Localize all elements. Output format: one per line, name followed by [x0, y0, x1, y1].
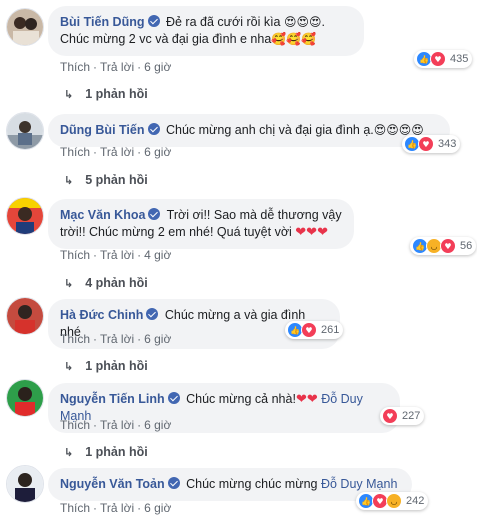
- comment-text: Đẻ ra đã cưới rồi kìa: [162, 15, 284, 29]
- reply-arrow-icon: ↳: [64, 88, 74, 101]
- comment-time[interactable]: 6 giờ: [144, 501, 171, 515]
- comment-text: Chúc mừng anh chị và đại gia đình ạ.: [162, 123, 374, 137]
- like-link[interactable]: Thích: [60, 501, 90, 515]
- reaction-count: 261: [321, 324, 340, 336]
- comment-actions: Thích · Trả lời · 6 giờ: [60, 332, 172, 346]
- avatar[interactable]: [6, 112, 44, 150]
- verified-badge-icon: [147, 123, 160, 135]
- comment-actions: Thích · Trả lời · 6 giờ: [60, 501, 172, 515]
- comment-bubble: Mạc Văn Khoa Trời ơi!! Sao mà dễ thương …: [48, 199, 354, 249]
- love-reaction-icon: ♥: [301, 322, 317, 338]
- love-reaction-icon: ♥: [440, 238, 456, 254]
- comment-author[interactable]: Hà Đức Chinh: [60, 308, 143, 322]
- reaction-summary[interactable]: ♥ 227: [380, 407, 425, 425]
- tagged-user-link[interactable]: Đỗ Duy Mạnh: [321, 477, 397, 491]
- replies-count: 4 phản hồi: [85, 276, 148, 290]
- emoji-red-hearts: ❤❤: [295, 392, 318, 407]
- reaction-count: 56: [460, 240, 473, 252]
- view-replies-link[interactable]: ↳ 5 phản hồi: [64, 173, 148, 187]
- comment-actions: Thích · Trả lời · 6 giờ: [60, 418, 172, 432]
- like-link[interactable]: Thích: [60, 418, 90, 432]
- replies-count: 1 phản hồi: [85, 87, 148, 101]
- reaction-count: 435: [450, 53, 469, 65]
- comment-time[interactable]: 6 giờ: [144, 145, 171, 159]
- verified-badge-icon: [146, 308, 159, 320]
- comment-author[interactable]: Nguyễn Tiến Linh: [60, 392, 165, 406]
- avatar[interactable]: [6, 297, 44, 335]
- replies-count: 1 phản hồi: [85, 445, 148, 459]
- emoji-heart-eyes: 😍😍😍: [283, 15, 322, 29]
- reaction-count: 242: [406, 495, 425, 507]
- like-link[interactable]: Thích: [60, 248, 90, 262]
- comment-time[interactable]: 4 giờ: [144, 248, 171, 262]
- reply-link[interactable]: Trả lời: [100, 248, 134, 262]
- reply-link[interactable]: Trả lời: [100, 145, 134, 159]
- comment-bubble: Dũng Bùi Tiến Chúc mừng anh chị và đại g…: [48, 114, 450, 147]
- love-reaction-icon: ♥: [418, 136, 434, 152]
- reaction-summary[interactable]: 👍 ◡ ♥ 56: [410, 237, 477, 255]
- verified-badge-icon: [148, 208, 161, 220]
- view-replies-link[interactable]: ↳ 1 phản hồi: [64, 445, 148, 459]
- reaction-count: 343: [438, 138, 457, 150]
- love-reaction-icon: ♥: [430, 51, 446, 67]
- reply-arrow-icon: ↳: [64, 277, 74, 290]
- reaction-summary[interactable]: 👍 ♥ 261: [285, 321, 344, 339]
- comment-actions: Thích · Trả lời · 4 giờ: [60, 248, 172, 262]
- like-link[interactable]: Thích: [60, 332, 90, 346]
- comment-author[interactable]: Bùi Tiến Dũng: [60, 15, 145, 29]
- like-link[interactable]: Thích: [60, 60, 90, 74]
- comment-bubble: Bùi Tiến Dũng Đẻ ra đã cưới rồi kìa 😍😍😍.…: [48, 6, 364, 56]
- view-replies-link[interactable]: ↳ 1 phản hồi: [64, 87, 148, 101]
- haha-reaction-icon: ◡: [386, 493, 402, 509]
- avatar[interactable]: [6, 8, 44, 46]
- comment-author[interactable]: Dũng Bùi Tiến: [60, 123, 145, 137]
- avatar[interactable]: [6, 197, 44, 235]
- comment-time[interactable]: 6 giờ: [144, 418, 171, 432]
- reply-link[interactable]: Trả lời: [100, 501, 134, 515]
- verified-badge-icon: [167, 392, 180, 404]
- reply-arrow-icon: ↳: [64, 446, 74, 459]
- reaction-summary[interactable]: 👍 ♥ ◡ 242: [356, 492, 429, 510]
- comment-text: Chúc mừng chúc mừng: [182, 477, 321, 491]
- reaction-summary[interactable]: 👍 ♥ 343: [402, 135, 461, 153]
- view-replies-link[interactable]: ↳ 1 phản hồi: [64, 359, 148, 373]
- replies-count: 1 phản hồi: [85, 359, 148, 373]
- reaction-summary[interactable]: 👍 ♥ 435: [414, 50, 473, 68]
- comment-time[interactable]: 6 giờ: [144, 332, 171, 346]
- emoji-red-hearts: ❤❤❤: [295, 225, 328, 240]
- comment-author[interactable]: Nguyễn Văn Toản: [60, 477, 165, 491]
- view-replies-link[interactable]: ↳ 4 phản hồi: [64, 276, 148, 290]
- verified-badge-icon: [147, 15, 160, 27]
- comment-actions: Thích · Trả lời · 6 giờ: [60, 145, 172, 159]
- comment-text: Chúc mừng cả nhà!: [182, 392, 296, 406]
- verified-badge-icon: [167, 477, 180, 489]
- reply-link[interactable]: Trả lời: [100, 332, 134, 346]
- replies-count: 5 phản hồi: [85, 173, 148, 187]
- reply-link[interactable]: Trả lời: [100, 418, 134, 432]
- like-link[interactable]: Thích: [60, 145, 90, 159]
- comment-author[interactable]: Mạc Văn Khoa: [60, 208, 145, 222]
- reply-arrow-icon: ↳: [64, 360, 74, 373]
- comment-time[interactable]: 6 giờ: [144, 60, 171, 74]
- avatar[interactable]: [6, 465, 44, 503]
- reply-arrow-icon: ↳: [64, 174, 74, 187]
- emoji-smiling-hearts: 🥰🥰🥰: [271, 32, 317, 46]
- avatar[interactable]: [6, 379, 44, 417]
- comment-actions: Thích · Trả lời · 6 giờ: [60, 60, 172, 74]
- reply-link[interactable]: Trả lời: [100, 60, 134, 74]
- love-reaction-icon: ♥: [382, 408, 398, 424]
- reaction-count: 227: [402, 410, 421, 422]
